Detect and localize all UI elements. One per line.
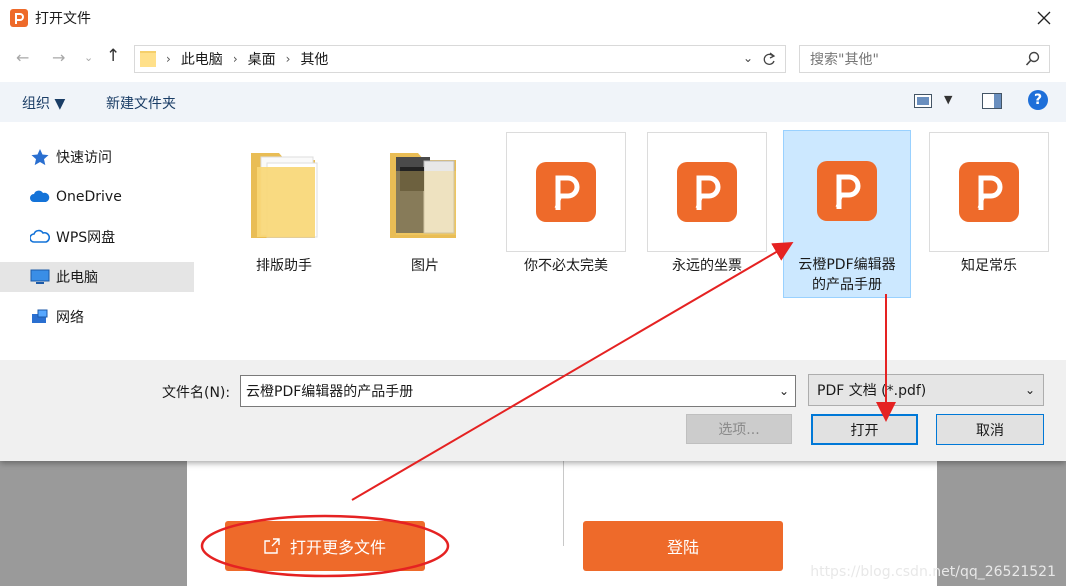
dialog-footer: 文件名(N): 云橙PDF编辑器的产品手册 ⌄ PDF 文档 (*.pdf) ⌄… <box>0 360 1066 461</box>
folder-icon <box>390 153 456 238</box>
login-button[interactable]: 登陆 <box>583 521 783 571</box>
new-folder-button[interactable]: 新建文件夹 <box>106 93 176 113</box>
options-button[interactable]: 选项... <box>686 414 792 444</box>
file-thumbnail <box>784 131 910 251</box>
dialog-title: 打开文件 <box>35 11 91 27</box>
pdf-logo-icon <box>959 162 1019 222</box>
file-thumbnail <box>929 132 1049 252</box>
filename-input[interactable]: 云橙PDF编辑器的产品手册 ⌄ <box>240 375 796 407</box>
file-item-pdf[interactable]: 你不必太完美 <box>506 132 626 276</box>
sidebar-item-onedrive[interactable]: OneDrive <box>0 182 194 212</box>
file-name: 知足常乐 <box>961 258 1017 274</box>
search-input[interactable]: 搜索"其他" <box>799 45 1050 73</box>
chevron-down-icon: ⌄ <box>1024 383 1035 397</box>
sidebar-item-quick-access[interactable]: 快速访问 <box>0 142 194 172</box>
file-item-folder[interactable]: 图片 <box>365 132 485 276</box>
preview-pane-icon[interactable] <box>982 93 1002 109</box>
file-name: 排版助手 <box>256 258 312 274</box>
filename-label: 文件名(N): <box>162 385 231 401</box>
pdf-logo-icon <box>817 161 877 221</box>
network-icon <box>32 309 48 323</box>
refresh-icon[interactable] <box>761 50 777 68</box>
file-thumbnail <box>647 132 767 252</box>
sidebar-item-network[interactable]: 网络 <box>0 302 194 332</box>
app-logo-icon <box>10 9 28 27</box>
file-list: 排版助手 图片 你不必太完美 永远的坐票 云橙PDF编辑器 的产品手册 知足常乐 <box>198 122 1066 360</box>
file-thumbnail <box>506 132 626 252</box>
address-bar[interactable]: › 此电脑 › 桌面 › 其他 ⌄ <box>134 45 786 73</box>
organize-menu[interactable]: 组织 ▼ <box>22 93 65 113</box>
watermark: https://blog.csdn.net/qq_26521521 <box>810 564 1056 580</box>
sidebar-label: 此电脑 <box>56 270 98 286</box>
navigation-pane: 快速访问 OneDrive WPS网盘 此电脑 网络 <box>0 122 198 360</box>
address-row: ← → ⌄ ↑ › 此电脑 › 桌面 › 其他 ⌄ 搜索"其他" <box>0 42 1066 76</box>
search-icon <box>1025 51 1040 66</box>
open-more-files-button[interactable]: 打开更多文件 <box>225 521 425 571</box>
background-divider <box>563 460 564 546</box>
filename-value: 云橙PDF编辑器的产品手册 <box>246 384 414 400</box>
folder-icon <box>140 51 156 67</box>
breadcrumb-this-pc[interactable]: 此电脑 <box>181 49 223 69</box>
breadcrumb-separator-icon: › <box>166 52 171 66</box>
file-thumbnail <box>224 132 344 252</box>
login-label: 登陆 <box>666 538 699 557</box>
up-arrow-icon[interactable]: ↑ <box>106 46 120 66</box>
view-dropdown-icon[interactable]: ▼ <box>944 93 952 106</box>
command-toolbar: 组织 ▼ 新建文件夹 ▼ ? <box>0 82 1066 122</box>
computer-icon <box>30 269 50 284</box>
sidebar-label: WPS网盘 <box>56 230 116 246</box>
back-arrow-icon[interactable]: ← <box>16 48 29 67</box>
file-thumbnail <box>365 132 485 252</box>
help-icon[interactable]: ? <box>1028 90 1048 110</box>
chevron-down-icon[interactable]: ⌄ <box>779 384 789 398</box>
open-more-files-label: 打开更多文件 <box>289 538 386 557</box>
search-placeholder: 搜索"其他" <box>810 52 879 68</box>
external-open-icon <box>264 538 280 554</box>
file-item-pdf-selected[interactable]: 云橙PDF编辑器 的产品手册 <box>783 130 911 298</box>
open-button[interactable]: 打开 <box>811 414 918 445</box>
cancel-button[interactable]: 取消 <box>936 414 1044 445</box>
breadcrumb-other[interactable]: 其他 <box>300 49 328 69</box>
folder-icon <box>251 153 318 238</box>
filetype-select[interactable]: PDF 文档 (*.pdf) ⌄ <box>808 374 1044 406</box>
breadcrumb-separator-icon: › <box>285 52 291 66</box>
star-icon <box>31 149 49 166</box>
pdf-logo-icon <box>536 162 596 222</box>
recent-dropdown-icon[interactable]: ⌄ <box>84 51 93 64</box>
title-bar: 打开文件 <box>0 0 1066 36</box>
sidebar-label: 快速访问 <box>56 150 112 166</box>
view-options-icon[interactable] <box>914 94 932 108</box>
pdf-logo-icon <box>677 162 737 222</box>
sidebar-item-this-pc[interactable]: 此电脑 <box>0 262 194 292</box>
file-item-folder[interactable]: 排版助手 <box>224 132 344 276</box>
file-name: 图片 <box>411 258 439 274</box>
open-file-dialog: 打开文件 ← → ⌄ ↑ › 此电脑 › 桌面 › 其他 ⌄ 搜索"其他" 组织… <box>0 0 1066 461</box>
sidebar-label: 网络 <box>56 310 84 326</box>
file-item-pdf[interactable]: 永远的坐票 <box>647 132 767 276</box>
breadcrumb-separator-icon: › <box>232 52 238 66</box>
file-name: 你不必太完美 <box>524 258 608 274</box>
filetype-value: PDF 文档 (*.pdf) <box>817 383 927 399</box>
breadcrumb-desktop[interactable]: 桌面 <box>248 49 276 69</box>
address-dropdown-icon[interactable]: ⌄ <box>743 51 753 65</box>
file-name-line: 的产品手册 <box>812 277 882 293</box>
file-name: 永远的坐票 <box>672 258 742 274</box>
file-item-pdf[interactable]: 知足常乐 <box>929 132 1049 276</box>
cloud-icon <box>30 190 50 202</box>
sidebar-item-wps-drive[interactable]: WPS网盘 <box>0 222 194 252</box>
file-name: 云橙PDF编辑器 的产品手册 <box>784 255 910 295</box>
cloud-outline-icon <box>30 229 50 243</box>
file-name-line: 云橙PDF编辑器 <box>798 257 896 273</box>
sidebar-label: OneDrive <box>56 189 122 205</box>
forward-arrow-icon[interactable]: → <box>52 48 65 67</box>
close-icon[interactable] <box>1034 8 1054 28</box>
